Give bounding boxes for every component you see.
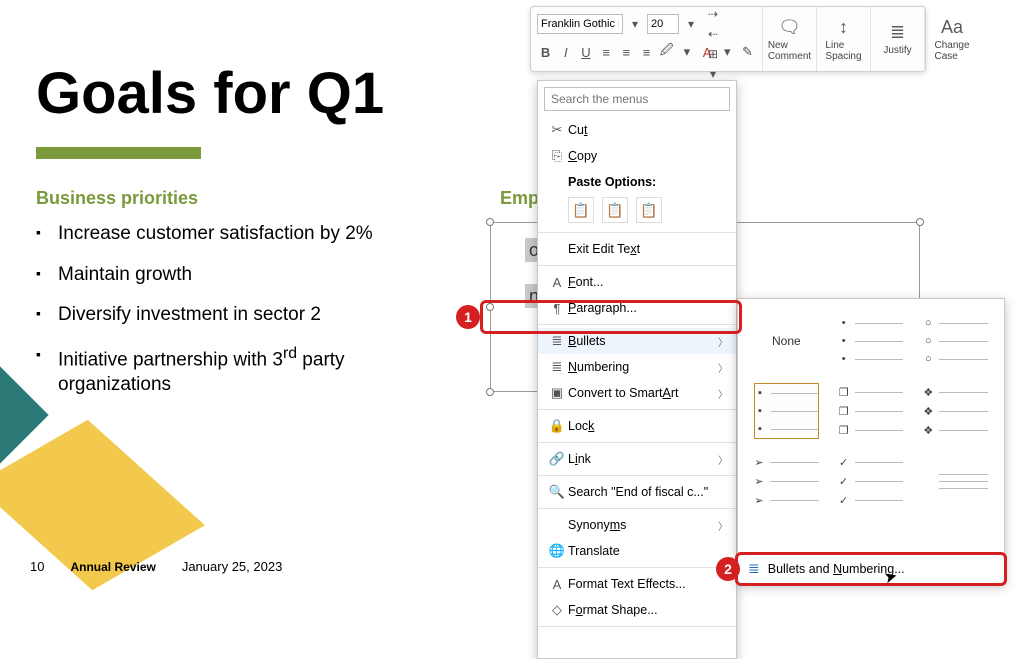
menu-item-numbering[interactable]: ≣Numbering〉 (538, 354, 736, 380)
page-number: 10 (30, 559, 44, 574)
menu-item-link[interactable]: 🔗Link〉 (538, 446, 736, 472)
numbering-icon: ≣ (546, 359, 568, 375)
format-text-effects-icon: A (546, 577, 568, 592)
line-spacing-icon: ↕ (839, 17, 848, 38)
bullet-item: Increase customer satisfaction by 2% (36, 222, 416, 247)
change-case-icon: Aa (941, 17, 963, 38)
justify-icon: ≣ (890, 22, 905, 43)
chevron-right-icon: 〉 (718, 360, 728, 375)
bullet-option-8[interactable] (923, 453, 988, 509)
font-size-dropdown-icon[interactable]: ▾ (681, 14, 701, 34)
change-case-button[interactable]: AaChangeCase (925, 7, 979, 71)
menu-item-lock[interactable]: 🔒Lock (538, 413, 736, 439)
callout-badge-1: 1 (456, 305, 480, 329)
lock-icon: 🔒 (546, 418, 568, 434)
bullet-item: Initiative partnership with 3rd party or… (36, 344, 416, 398)
slide-footer: 10 Annual Review January 25, 2023 (30, 559, 282, 574)
bullet-item: Diversify investment in sector 2 (36, 303, 416, 328)
footer-review: Annual Review (70, 560, 155, 574)
font-name-combo[interactable] (537, 14, 623, 34)
menu-item-bullets[interactable]: ≣Bullets〉 (538, 328, 736, 354)
toolbar-button[interactable]: ▾ (678, 41, 695, 63)
toolbar-button[interactable]: ▾ (719, 41, 736, 63)
bullet-option-none[interactable]: None (754, 313, 819, 369)
menu-item-format-shape[interactable]: ◇Format Shape... (538, 597, 736, 623)
toolbar-button[interactable]: ≡ (638, 41, 655, 63)
bullet-item: Maintain growth (36, 263, 416, 288)
menu-item-search[interactable]: 🔍Search "End of fiscal c..." (538, 479, 736, 505)
toolbar-button[interactable]: ≡ (598, 41, 615, 63)
menu-item-font[interactable]: AFont... (538, 269, 736, 295)
toolbar-button[interactable]: I (557, 41, 574, 63)
bullets-icon: ≣ (546, 333, 568, 349)
font-icon: A (546, 275, 568, 290)
menu-item-translate[interactable]: 🌐Translate (538, 538, 736, 564)
paste-option-0[interactable]: 📋 (568, 197, 594, 223)
business-priorities-list: Increase customer satisfaction by 2% Main… (36, 222, 416, 414)
new-comment-icon: 🗨 (778, 17, 801, 38)
accent-bar (36, 147, 201, 159)
menu-item-more[interactable] (538, 630, 736, 656)
font-size-combo[interactable] (647, 14, 679, 34)
toolbar-button[interactable]: B (537, 41, 554, 63)
menu-item-synonyms[interactable]: Synonyms〉 (538, 512, 736, 538)
menu-item-copy[interactable]: ⎘Copy (538, 143, 736, 169)
link-icon: 🔗 (546, 451, 568, 467)
bullets-list-icon: ≣ (748, 560, 760, 577)
menu-item-cut[interactable]: ✂Cut (538, 117, 736, 143)
bullet-option-4[interactable]: ❐❐❐ (839, 383, 904, 439)
context-menu: ✂Cut⎘CopyPaste Options:📋 📋 📋 Exit Edit Text… (537, 80, 737, 659)
paste-option-1[interactable]: 📋 (602, 197, 628, 223)
bullets-submenu: None ••• ○○○ ▪▪▪ ❐❐❐ ❖❖❖ ➢➢➢ ✓✓✓ ≣ Bullets and … (737, 298, 1005, 584)
heading-right-truncated: Emp (500, 188, 539, 209)
new-comment-button[interactable]: 🗨NewComment (763, 7, 817, 71)
mini-toolbar: ▾ ▾ A⁺A⁻⇢⇠⊞▾ BIU≡≡≡🖉▾A▾✎ 🗨NewComment↕Lin… (530, 6, 926, 72)
toolbar-button[interactable]: A (699, 41, 716, 63)
callout-badge-2: 2 (716, 557, 740, 581)
bullet-option-7[interactable]: ✓✓✓ (839, 453, 904, 509)
toolbar-button[interactable]: ⇢ (703, 4, 723, 24)
chevron-right-icon: 〉 (718, 386, 728, 401)
menu-item-paragraph[interactable]: ¶Paragraph... (538, 295, 736, 321)
toolbar-button[interactable]: U (577, 41, 594, 63)
cut-icon: ✂ (546, 122, 568, 138)
convert-to-smartart-icon: ▣ (546, 385, 568, 401)
footer-date: January 25, 2023 (182, 559, 282, 574)
justify-button[interactable]: ≣Justify (871, 7, 925, 71)
menu-item-format-text-effects[interactable]: AFormat Text Effects... (538, 571, 736, 597)
translate-icon: 🌐 (546, 543, 568, 559)
toolbar-button[interactable]: 🖉 (658, 41, 675, 63)
bullets-and-numbering-item[interactable]: ≣ Bullets and Numbering... (738, 553, 1004, 583)
slide-title: Goals for Q1 (36, 60, 384, 127)
bullet-option-3[interactable]: ▪▪▪ (754, 383, 819, 439)
format-shape-icon: ◇ (546, 602, 568, 618)
search-icon: 🔍 (546, 484, 568, 500)
menu-item-convert-to-smartart[interactable]: ▣Convert to SmartArt〉 (538, 380, 736, 406)
font-name-dropdown-icon[interactable]: ▾ (625, 14, 645, 34)
copy-icon: ⎘ (546, 148, 568, 164)
line-spacing-button[interactable]: ↕LineSpacing (817, 7, 871, 71)
chevron-right-icon: 〉 (718, 452, 728, 467)
paragraph-icon: ¶ (546, 301, 568, 316)
paste-option-2[interactable]: 📋 (636, 197, 662, 223)
chevron-right-icon: 〉 (718, 518, 728, 533)
menu-item-paste-options-header[interactable]: Paste Options: (538, 169, 736, 195)
toolbar-button[interactable]: ≡ (618, 41, 635, 63)
bullet-option-6[interactable]: ➢➢➢ (754, 453, 819, 509)
menu-search-input[interactable] (544, 87, 730, 111)
bullet-option-5[interactable]: ❖❖❖ (923, 383, 988, 439)
menu-item-exit-edit-text[interactable]: Exit Edit Text (538, 236, 736, 262)
chevron-right-icon: 〉 (718, 334, 728, 349)
bullet-option-1[interactable]: ••• (839, 313, 904, 369)
toolbar-button[interactable]: ✎ (739, 41, 756, 63)
heading-business-priorities: Business priorities (36, 188, 198, 209)
bullet-option-2[interactable]: ○○○ (923, 313, 988, 369)
